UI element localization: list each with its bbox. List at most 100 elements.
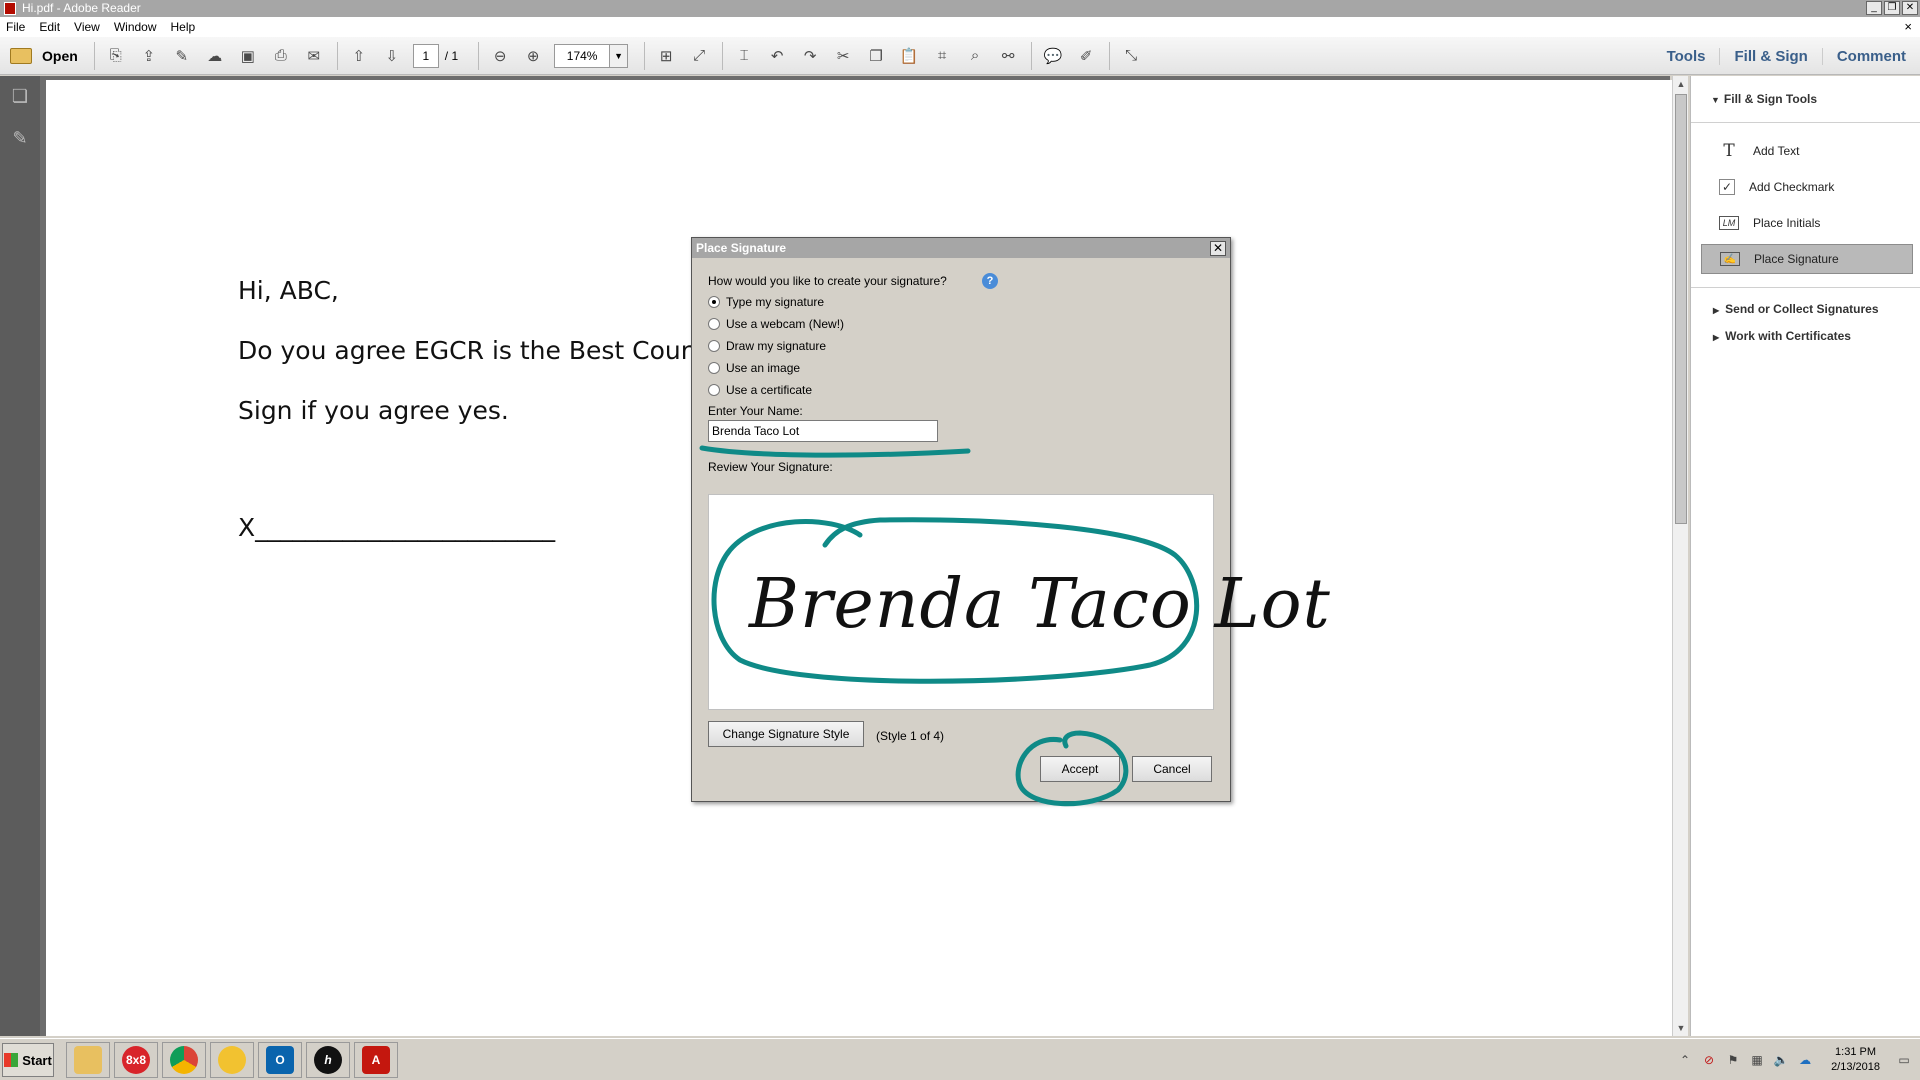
doc-signature-line: X________________________ — [238, 513, 556, 542]
zoom-select[interactable]: 174% ▼ — [554, 43, 629, 68]
action-center-flag-icon[interactable]: ⚑ — [1725, 1052, 1741, 1068]
close-document-icon[interactable]: × — [1904, 19, 1912, 34]
help-icon[interactable]: ? — [982, 273, 998, 289]
triangle-right-icon: ▶ — [1713, 306, 1720, 315]
cancel-button[interactable]: Cancel — [1132, 756, 1212, 782]
tab-fill-and-sign[interactable]: Fill & Sign — [1719, 47, 1821, 65]
taskbar-hp[interactable]: h — [306, 1042, 350, 1078]
chrome-icon — [170, 1046, 198, 1074]
taskbar-outlook[interactable]: O — [258, 1042, 302, 1078]
page-number-input[interactable]: 1 — [412, 43, 439, 68]
menu-bar: File Edit View Window Help × — [0, 17, 1920, 37]
taskbar: Start 8x8 O h A ⌃ ⊘ ⚑ ▦ 🔈 ☁ 1:31 PM 2/13… — [0, 1038, 1920, 1080]
send-collect-signatures-section[interactable]: ▶ Send or Collect Signatures — [1713, 302, 1879, 316]
next-page-icon[interactable]: ⇩ — [380, 44, 404, 68]
place-signature-item[interactable]: ✍ Place Signature — [1701, 244, 1913, 274]
attachments-icon[interactable]: ✎ — [9, 128, 31, 152]
taskbar-chrome[interactable] — [162, 1042, 206, 1078]
zoom-out-icon[interactable]: ⊖ — [488, 44, 512, 68]
vertical-scrollbar[interactable]: ▲ ▼ — [1672, 76, 1688, 1036]
expand-icon[interactable]: ⤡ — [1119, 44, 1143, 68]
radio-button-selected[interactable] — [708, 296, 720, 308]
tab-comment[interactable]: Comment — [1821, 47, 1920, 65]
fill-sign-tools-label: Fill & Sign Tools — [1723, 92, 1818, 106]
snapshot-icon[interactable]: ⌗ — [930, 44, 954, 68]
find-icon[interactable]: ⌕ — [963, 44, 987, 68]
sticky-note-icon[interactable]: 💬 — [1041, 44, 1065, 68]
radio-use-webcam[interactable]: Use a webcam (New!) — [708, 317, 844, 331]
edit-pdf-icon[interactable]: ✎ — [170, 44, 194, 68]
radio-draw-signature[interactable]: Draw my signature — [708, 339, 826, 353]
select-text-icon[interactable]: ⌶ — [732, 44, 756, 68]
change-signature-style-button[interactable]: Change Signature Style — [708, 721, 864, 747]
accept-button[interactable]: Accept — [1040, 756, 1120, 782]
zoom-in-icon[interactable]: ⊕ — [521, 44, 545, 68]
fill-sign-tools-header[interactable]: ▼ Fill & Sign Tools — [1711, 92, 1817, 106]
radio-button[interactable] — [708, 318, 720, 330]
menu-view[interactable]: View — [74, 20, 100, 34]
chevron-down-icon[interactable]: ▼ — [610, 43, 629, 68]
start-label: Start — [22, 1052, 52, 1068]
taskbar-8x8[interactable]: 8x8 — [114, 1042, 158, 1078]
scroll-up-icon[interactable]: ▲ — [1673, 76, 1689, 92]
signature-preview: Brenda Taco Lot — [708, 494, 1330, 710]
doc-instruction: Sign if you agree yes. — [238, 396, 509, 425]
save-icon[interactable]: ▣ — [236, 44, 260, 68]
show-hidden-icons-icon[interactable]: ⌃ — [1677, 1052, 1693, 1068]
menu-help[interactable]: Help — [171, 20, 196, 34]
scrollbar-thumb[interactable] — [1675, 94, 1687, 524]
radio-label: Use a webcam (New!) — [726, 317, 845, 331]
tab-tools[interactable]: Tools — [1653, 48, 1720, 65]
clock[interactable]: 1:31 PM 2/13/2018 — [1831, 1045, 1880, 1075]
place-initials-item[interactable]: LM Place Initials — [1701, 208, 1913, 238]
upload-cloud-icon[interactable]: ☁ — [203, 44, 227, 68]
create-pdf-icon[interactable]: ⎘ — [104, 44, 128, 68]
name-input[interactable] — [708, 420, 938, 442]
fit-page-icon[interactable]: ⊞ — [654, 44, 678, 68]
restore-button[interactable]: ❐ — [1884, 1, 1900, 15]
open-button[interactable]: Open — [10, 47, 78, 64]
export-pdf-icon[interactable]: ⇪ — [137, 44, 161, 68]
scroll-down-icon[interactable]: ▼ — [1673, 1020, 1689, 1036]
zoom-value[interactable]: 174% — [554, 43, 611, 68]
notification-icon[interactable]: ▭ — [1896, 1052, 1912, 1068]
radio-button[interactable] — [708, 384, 720, 396]
undo-icon[interactable]: ↶ — [765, 44, 789, 68]
menu-window[interactable]: Window — [114, 20, 157, 34]
search-binoculars-icon[interactable]: ⚯ — [996, 44, 1020, 68]
radio-use-certificate[interactable]: Use a certificate — [708, 383, 812, 397]
add-text-item[interactable]: T Add Text — [1701, 136, 1913, 166]
radio-use-image[interactable]: Use an image — [708, 361, 800, 375]
cut-icon[interactable]: ✂ — [831, 44, 855, 68]
full-screen-icon[interactable]: ⤢ — [687, 44, 711, 68]
dialog-close-button[interactable]: ✕ — [1210, 241, 1226, 256]
onedrive-icon[interactable]: ☁ — [1797, 1052, 1813, 1068]
menu-edit[interactable]: Edit — [39, 20, 60, 34]
radio-button[interactable] — [708, 362, 720, 374]
security-icon[interactable]: ⊘ — [1701, 1052, 1717, 1068]
redo-icon[interactable]: ↷ — [798, 44, 822, 68]
taskbar-messenger[interactable] — [210, 1042, 254, 1078]
radio-button[interactable] — [708, 340, 720, 352]
page-thumbnails-icon[interactable]: ❏ — [9, 86, 31, 110]
paste-icon[interactable]: 📋 — [897, 44, 921, 68]
menu-file[interactable]: File — [6, 20, 25, 34]
print-icon[interactable]: ⎙ — [269, 44, 293, 68]
volume-icon[interactable]: 🔈 — [1773, 1052, 1789, 1068]
highlight-icon[interactable]: ✐ — [1074, 44, 1098, 68]
minimize-button[interactable]: _ — [1866, 1, 1882, 15]
page-total: / 1 — [444, 48, 459, 63]
copy-icon[interactable]: ❐ — [864, 44, 888, 68]
taskbar-file-explorer[interactable] — [66, 1042, 110, 1078]
email-icon[interactable]: ✉ — [302, 44, 326, 68]
toolbar: Open ⎘ ⇪ ✎ ☁ ▣ ⎙ ✉ ⇧ ⇩ 1 / 1 ⊖ ⊕ 174% ▼ … — [0, 37, 1920, 75]
start-button[interactable]: Start — [2, 1043, 54, 1077]
radio-type-signature[interactable]: Type my signature — [708, 295, 824, 309]
previous-page-icon[interactable]: ⇧ — [347, 44, 371, 68]
triangle-right-icon: ▶ — [1713, 333, 1720, 342]
network-icon[interactable]: ▦ — [1749, 1052, 1765, 1068]
work-with-certificates-section[interactable]: ▶ Work with Certificates — [1713, 329, 1851, 343]
close-window-button[interactable]: ✕ — [1902, 1, 1918, 15]
add-checkmark-item[interactable]: ✓ Add Checkmark — [1701, 172, 1913, 202]
taskbar-adobe-reader[interactable]: A — [354, 1042, 398, 1078]
